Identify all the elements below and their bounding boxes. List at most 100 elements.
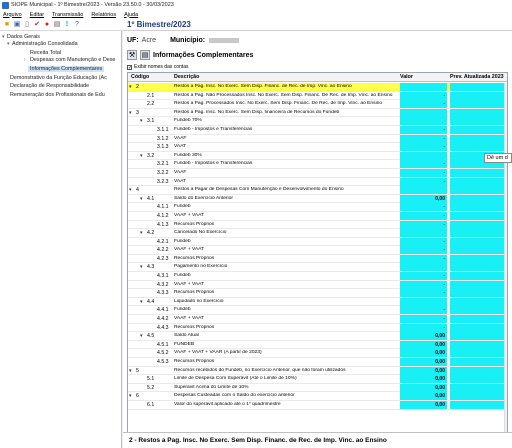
valor-cell[interactable]: [400, 229, 447, 238]
menu-arquivo[interactable]: Arquivo: [3, 12, 22, 18]
valor-cell[interactable]: [400, 108, 447, 117]
table-row[interactable]: ▾ 4.2 Cancelado No Exercício: [128, 229, 507, 238]
tree-item[interactable]: Receita Total: [30, 50, 61, 56]
menu-editar[interactable]: Editar: [30, 12, 44, 18]
valor-cell[interactable]: -: [400, 306, 447, 315]
table-row[interactable]: 4.2.3 Recursos Próprios -: [128, 254, 507, 264]
valor-cell[interactable]: 0,00: [400, 375, 447, 384]
prev-cell[interactable]: [450, 323, 507, 332]
tree-item[interactable]: Informações Complementares: [28, 66, 105, 72]
table-row[interactable]: ▾ 6 Despesas Custeadas com o Saldo do exer…: [128, 392, 507, 401]
table-row[interactable]: 4.2.2 VAAF + VAAT -: [128, 246, 507, 255]
prev-cell[interactable]: [450, 289, 507, 298]
check-icon[interactable]: ✔: [33, 21, 41, 29]
prev-cell[interactable]: [450, 117, 507, 126]
prev-cell[interactable]: [450, 134, 507, 143]
table-row[interactable]: 4.5.1 FUNDEB 0,00: [128, 340, 507, 350]
prev-cell[interactable]: [450, 280, 507, 289]
table-row[interactable]: 4.1.1 Fundeb -: [128, 203, 507, 212]
table-row[interactable]: 3.2.1 Fundeb - Impostos e Transferências -: [128, 160, 507, 169]
valor-cell[interactable]: [400, 151, 447, 160]
valor-cell[interactable]: -: [400, 143, 447, 152]
folder-icon[interactable]: ■: [3, 21, 11, 29]
valor-cell[interactable]: 0,00: [400, 383, 447, 392]
valor-cell[interactable]: -: [400, 220, 447, 229]
prev-cell[interactable]: [450, 332, 507, 341]
prev-cell[interactable]: [450, 340, 507, 349]
prev-cell[interactable]: [450, 263, 507, 272]
expand-toggle-icon[interactable]: ▾: [140, 299, 143, 305]
table-row[interactable]: 3.1.1 Fundeb - Impostos e Transferências -: [128, 125, 507, 135]
stop-icon[interactable]: ●: [43, 21, 51, 29]
prev-cell[interactable]: [450, 108, 507, 117]
help-icon[interactable]: ?: [73, 21, 81, 29]
expand-toggle-icon[interactable]: ▾: [140, 333, 143, 339]
print-icon[interactable]: ▤: [140, 50, 150, 60]
valor-cell[interactable]: 0,00: [400, 349, 447, 358]
prev-cell[interactable]: [450, 186, 507, 195]
table-row[interactable]: 4.4.3 Recursos Próprios -: [128, 323, 507, 333]
table-row[interactable]: ▾ 2 Restos a Pag. Insc. No Exerc. Sem Disp…: [128, 83, 507, 92]
table-row[interactable]: 6.1 Valor do superávit aplicado até o 1º …: [128, 400, 507, 410]
valor-cell[interactable]: -: [400, 323, 447, 332]
prev-cell[interactable]: [450, 375, 507, 384]
table-row[interactable]: 2.2 Restos a Pag. Processados Insc. No Ex…: [128, 100, 507, 109]
table-row[interactable]: 4.4.1 Fundeb -: [128, 306, 507, 316]
tree-item[interactable]: Despesas com Manutenção e Dese: [30, 57, 115, 63]
page-icon[interactable]: ▯: [23, 21, 31, 29]
checkbox[interactable]: ✓: [127, 64, 132, 70]
table-row[interactable]: 3.2.3 VAAT -: [128, 177, 507, 187]
expand-toggle-icon[interactable]: ▾: [129, 187, 132, 193]
table-row[interactable]: 4.4.2 VAAF + VAAT -: [128, 315, 507, 324]
col-valor[interactable]: Valor: [400, 74, 413, 80]
valor-cell[interactable]: -: [400, 168, 447, 177]
valor-cell[interactable]: [400, 297, 447, 306]
table-row[interactable]: 4.1.3 Recursos Próprios -: [128, 220, 507, 230]
show-account-names-toggle[interactable]: ✓ Exibir nomes das contas: [127, 63, 188, 71]
expand-toggle-icon[interactable]: ▾: [129, 393, 132, 399]
valor-cell[interactable]: [400, 117, 447, 126]
prev-cell[interactable]: [450, 297, 507, 306]
table-row[interactable]: ▾ 3 Restos a Pag. Insc. No Exerc. Sem Disp…: [128, 108, 507, 118]
expand-toggle-icon[interactable]: ▾: [140, 196, 143, 202]
prev-cell[interactable]: [450, 203, 507, 212]
valor-cell[interactable]: 0,00: [400, 194, 447, 203]
tools-icon[interactable]: ⚒: [127, 50, 137, 60]
prev-cell[interactable]: [450, 383, 507, 392]
table-row[interactable]: 3.2.2 VAAF -: [128, 168, 507, 178]
prev-cell[interactable]: [450, 211, 507, 220]
valor-cell[interactable]: -: [400, 211, 447, 220]
prev-cell[interactable]: [450, 83, 507, 91]
valor-cell[interactable]: 0,00: [400, 340, 447, 349]
valor-cell[interactable]: -: [400, 203, 447, 212]
table-row[interactable]: 4.5.2 VAAF + VAAT + VAAR (A partir de 202…: [128, 349, 507, 358]
valor-cell[interactable]: -: [400, 272, 447, 281]
prev-cell[interactable]: [450, 125, 507, 134]
expand-toggle-icon[interactable]: ▾: [140, 230, 143, 236]
save-icon[interactable]: ▣: [13, 21, 21, 29]
expand-toggle-icon[interactable]: ▾: [129, 368, 132, 374]
valor-cell[interactable]: [400, 186, 447, 195]
valor-cell[interactable]: -: [400, 91, 447, 100]
valor-cell[interactable]: -: [400, 134, 447, 143]
valor-cell[interactable]: -: [400, 160, 447, 169]
collapse-icon[interactable]: ▾: [2, 34, 5, 40]
prev-cell[interactable]: [450, 143, 507, 152]
menu-relatorios[interactable]: Relatórios: [91, 12, 116, 18]
table-row[interactable]: 5.1 Limite de Despesa Com Superávit (Até …: [128, 375, 507, 384]
table-row[interactable]: ▾ 4.4 Liquidado no Exercício: [128, 297, 507, 307]
valor-cell[interactable]: 0,00: [400, 358, 447, 366]
col-descricao[interactable]: Descrição: [174, 74, 199, 80]
table-row[interactable]: ▾ 4.1 Saldo do Exercício Anterior 0,00: [128, 194, 507, 204]
valor-cell[interactable]: -: [400, 254, 447, 263]
prev-cell[interactable]: [450, 168, 507, 177]
prev-cell[interactable]: [450, 306, 507, 315]
table-row[interactable]: 2.1 Restos a Pag. Não Processados Insc. N…: [128, 91, 507, 101]
table-row[interactable]: 4.3.2 VAAF + VAAT -: [128, 280, 507, 290]
prev-cell[interactable]: [450, 392, 507, 401]
valor-cell[interactable]: 0,00: [400, 332, 447, 341]
prev-cell[interactable]: [450, 315, 507, 324]
tree-item[interactable]: Dados Gerais: [7, 34, 40, 40]
table-row[interactable]: ▾ 4.5 Saldo Atual 0,00: [128, 332, 507, 341]
valor-cell[interactable]: 0,00: [400, 392, 447, 401]
